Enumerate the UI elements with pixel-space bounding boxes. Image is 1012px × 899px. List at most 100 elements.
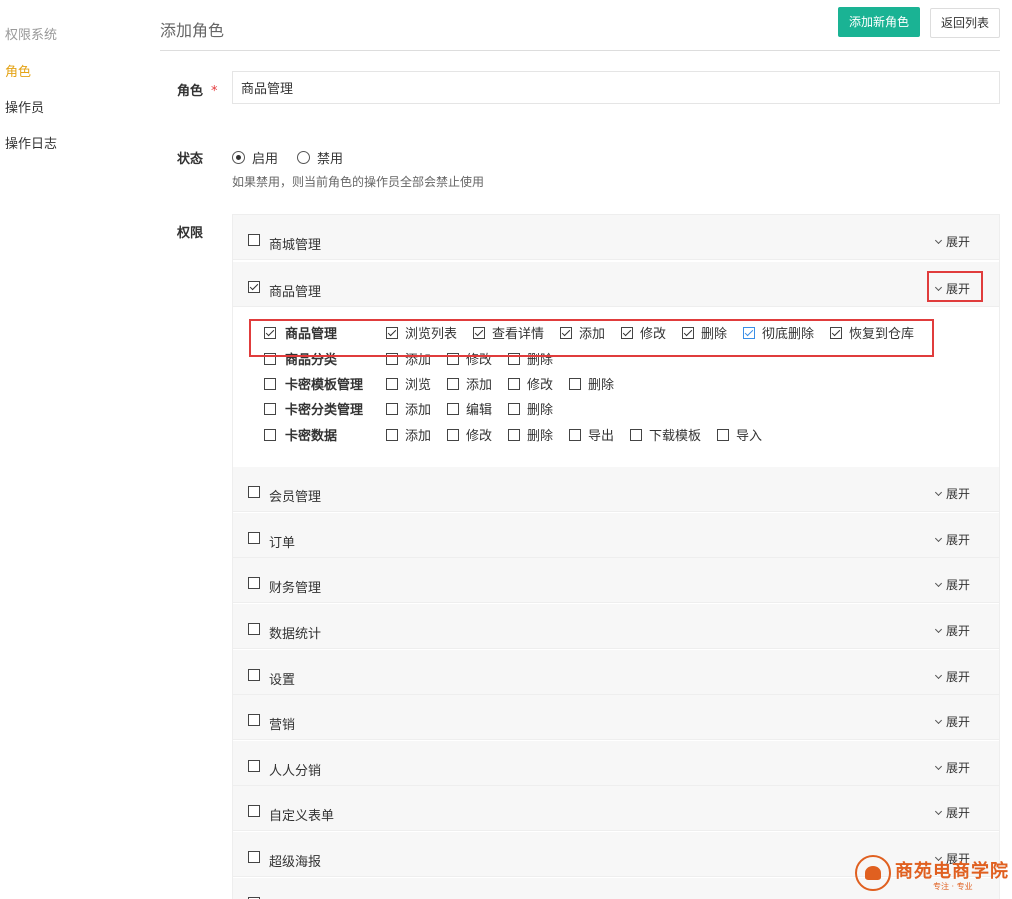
permission-option-checkbox[interactable] — [508, 402, 520, 415]
radio-unchecked-icon — [297, 151, 310, 164]
permission-option[interactable]: 浏览 — [386, 374, 431, 393]
permission-option-checkbox[interactable] — [621, 326, 633, 339]
sidebar-item-operation-log[interactable]: 操作日志 — [5, 133, 57, 152]
permission-option[interactable]: 编辑 — [447, 399, 492, 418]
role-name-input[interactable] — [232, 71, 1000, 104]
permission-group-checkbox[interactable] — [248, 714, 260, 726]
status-enabled-radio[interactable]: 启用 — [232, 148, 278, 167]
sub-permission-name[interactable]: 卡密分类管理 — [264, 399, 363, 418]
sidebar-item-operator[interactable]: 操作员 — [5, 97, 44, 116]
expand-toggle[interactable]: 展开 — [934, 233, 970, 250]
permission-option[interactable]: 删除 — [508, 399, 553, 418]
permission-option-checkbox[interactable] — [447, 428, 459, 441]
permission-option-checkbox[interactable] — [386, 352, 398, 365]
permission-option-checkbox[interactable] — [743, 326, 755, 339]
permission-option[interactable]: 删除 — [682, 323, 727, 342]
expand-toggle[interactable]: 展开 — [934, 485, 970, 502]
permission-option[interactable]: 浏览列表 — [386, 323, 457, 342]
permission-option-checkbox[interactable] — [473, 326, 485, 339]
permission-group-checkbox[interactable] — [248, 532, 260, 544]
permission-option[interactable]: 修改 — [447, 425, 492, 444]
sidebar-item-role[interactable]: 角色 — [5, 61, 31, 80]
permission-option[interactable]: 导入 — [717, 425, 762, 444]
add-role-button[interactable]: 添加新角色 — [838, 7, 920, 37]
permission-group-row: 设置 展开 — [233, 650, 999, 695]
permission-option-checkbox[interactable] — [569, 377, 581, 390]
expand-toggle[interactable]: 展开 — [934, 668, 970, 685]
sub-permission-row: 卡密模板管理 浏览 添加 修改 删除 — [233, 374, 999, 394]
permission-option[interactable]: 删除 — [508, 425, 553, 444]
permission-option[interactable]: 修改 — [621, 323, 666, 342]
permission-option[interactable]: 修改 — [447, 349, 492, 368]
permission-option[interactable]: 查看详情 — [473, 323, 544, 342]
expand-toggle[interactable]: 展开 — [934, 804, 970, 821]
permission-option[interactable]: 导出 — [569, 425, 614, 444]
permission-group-checkbox[interactable] — [248, 281, 260, 293]
permission-option[interactable]: 删除 — [508, 349, 553, 368]
permission-option-checkbox[interactable] — [447, 352, 459, 365]
sub-permission-checkbox[interactable] — [264, 402, 276, 415]
permission-option-checkbox[interactable] — [386, 377, 398, 390]
permission-option[interactable]: 添加 — [447, 374, 492, 393]
status-disabled-label: 禁用 — [317, 152, 344, 167]
permission-option[interactable]: 彻底删除 — [743, 323, 814, 342]
permission-option-checkbox[interactable] — [508, 377, 520, 390]
permission-option-checkbox[interactable] — [447, 402, 459, 415]
permission-option-label: 彻底删除 — [762, 327, 815, 342]
permission-option-checkbox[interactable] — [830, 326, 842, 339]
permission-option-checkbox[interactable] — [717, 428, 729, 441]
permission-option-checkbox[interactable] — [508, 428, 520, 441]
sub-permission-name[interactable]: 商品管理 — [264, 323, 337, 342]
expand-toggle[interactable]: 展开 — [934, 713, 970, 730]
sub-permission-checkbox[interactable] — [264, 377, 276, 390]
permission-option-checkbox[interactable] — [386, 326, 398, 339]
permission-option-checkbox[interactable] — [508, 352, 520, 365]
sub-permission-checkbox[interactable] — [264, 352, 276, 365]
permission-option[interactable]: 添加 — [560, 323, 605, 342]
permission-option-label: 添加 — [405, 353, 432, 368]
permission-option[interactable]: 修改 — [508, 374, 553, 393]
permission-option-label: 恢复到仓库 — [849, 327, 915, 342]
permission-option-label: 添加 — [466, 378, 493, 393]
sub-permission-name[interactable]: 卡密数据 — [264, 425, 337, 444]
sub-permission-checkbox[interactable] — [264, 428, 276, 441]
permission-option-checkbox[interactable] — [447, 377, 459, 390]
permission-option-checkbox[interactable] — [630, 428, 642, 441]
permission-group-checkbox[interactable] — [248, 577, 260, 589]
permission-option-checkbox[interactable] — [569, 428, 581, 441]
permission-option[interactable]: 删除 — [569, 374, 614, 393]
permission-option[interactable]: 恢复到仓库 — [830, 323, 914, 342]
permission-option-checkbox[interactable] — [386, 428, 398, 441]
permission-group-checkbox[interactable] — [248, 760, 260, 772]
permission-option-checkbox[interactable] — [682, 326, 694, 339]
permission-option-checkbox[interactable] — [386, 402, 398, 415]
permission-group-checkbox[interactable] — [248, 486, 260, 498]
permission-group-checkbox[interactable] — [248, 669, 260, 681]
permission-option[interactable]: 添加 — [386, 425, 431, 444]
expand-toggle[interactable]: 展开 — [934, 576, 970, 593]
chevron-down-icon — [934, 488, 943, 496]
permission-option[interactable]: 下载模板 — [630, 425, 701, 444]
permission-group-checkbox[interactable] — [248, 623, 260, 635]
expand-toggle[interactable]: 展开 — [934, 759, 970, 776]
permission-option-checkbox[interactable] — [560, 326, 572, 339]
expand-toggle[interactable]: 展开 — [934, 280, 970, 297]
expand-toggle[interactable]: 展开 — [934, 531, 970, 548]
sub-permission-label: 卡密数据 — [285, 429, 338, 444]
permission-option-label: 添加 — [579, 327, 606, 342]
sub-permission-name[interactable]: 商品分类 — [264, 349, 337, 368]
permission-group-checkbox[interactable] — [248, 234, 260, 246]
sub-permission-checkbox[interactable] — [264, 326, 276, 339]
sub-permission-name[interactable]: 卡密模板管理 — [264, 374, 363, 393]
permission-group-checkbox[interactable] — [248, 851, 260, 863]
permission-group-label: 会员管理 — [269, 490, 322, 505]
permission-option[interactable]: 添加 — [386, 399, 431, 418]
permission-group-label: 商城管理 — [269, 238, 322, 253]
back-to-list-button[interactable]: 返回列表 — [930, 8, 1000, 38]
status-label: 状态 — [177, 152, 204, 167]
permission-option[interactable]: 添加 — [386, 349, 431, 368]
permission-group-checkbox[interactable] — [248, 805, 260, 817]
status-disabled-radio[interactable]: 禁用 — [297, 148, 343, 167]
expand-toggle[interactable]: 展开 — [934, 622, 970, 639]
permission-option-label: 查看详情 — [492, 327, 545, 342]
